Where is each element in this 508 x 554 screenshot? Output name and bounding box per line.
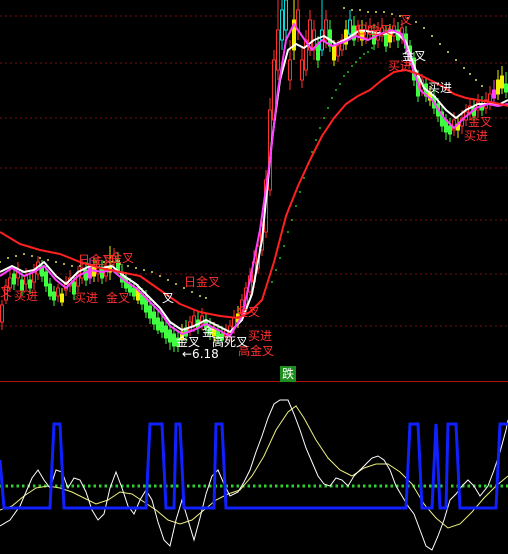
fall-badge-label: 跌 bbox=[281, 367, 294, 381]
fall-badge: 跌 bbox=[280, 366, 296, 382]
yellow-osc-line bbox=[0, 405, 508, 529]
oscillator-panel bbox=[0, 399, 508, 551]
white-osc-line bbox=[0, 399, 508, 551]
stock-chart: 日金叉 金叉 买进叉买进 金叉 日金叉叉金金叉 ←6.18 金叉 买进 高金叉 高死叉 日金叉叉买进… bbox=[0, 0, 508, 554]
blue-signal-line bbox=[0, 422, 508, 510]
